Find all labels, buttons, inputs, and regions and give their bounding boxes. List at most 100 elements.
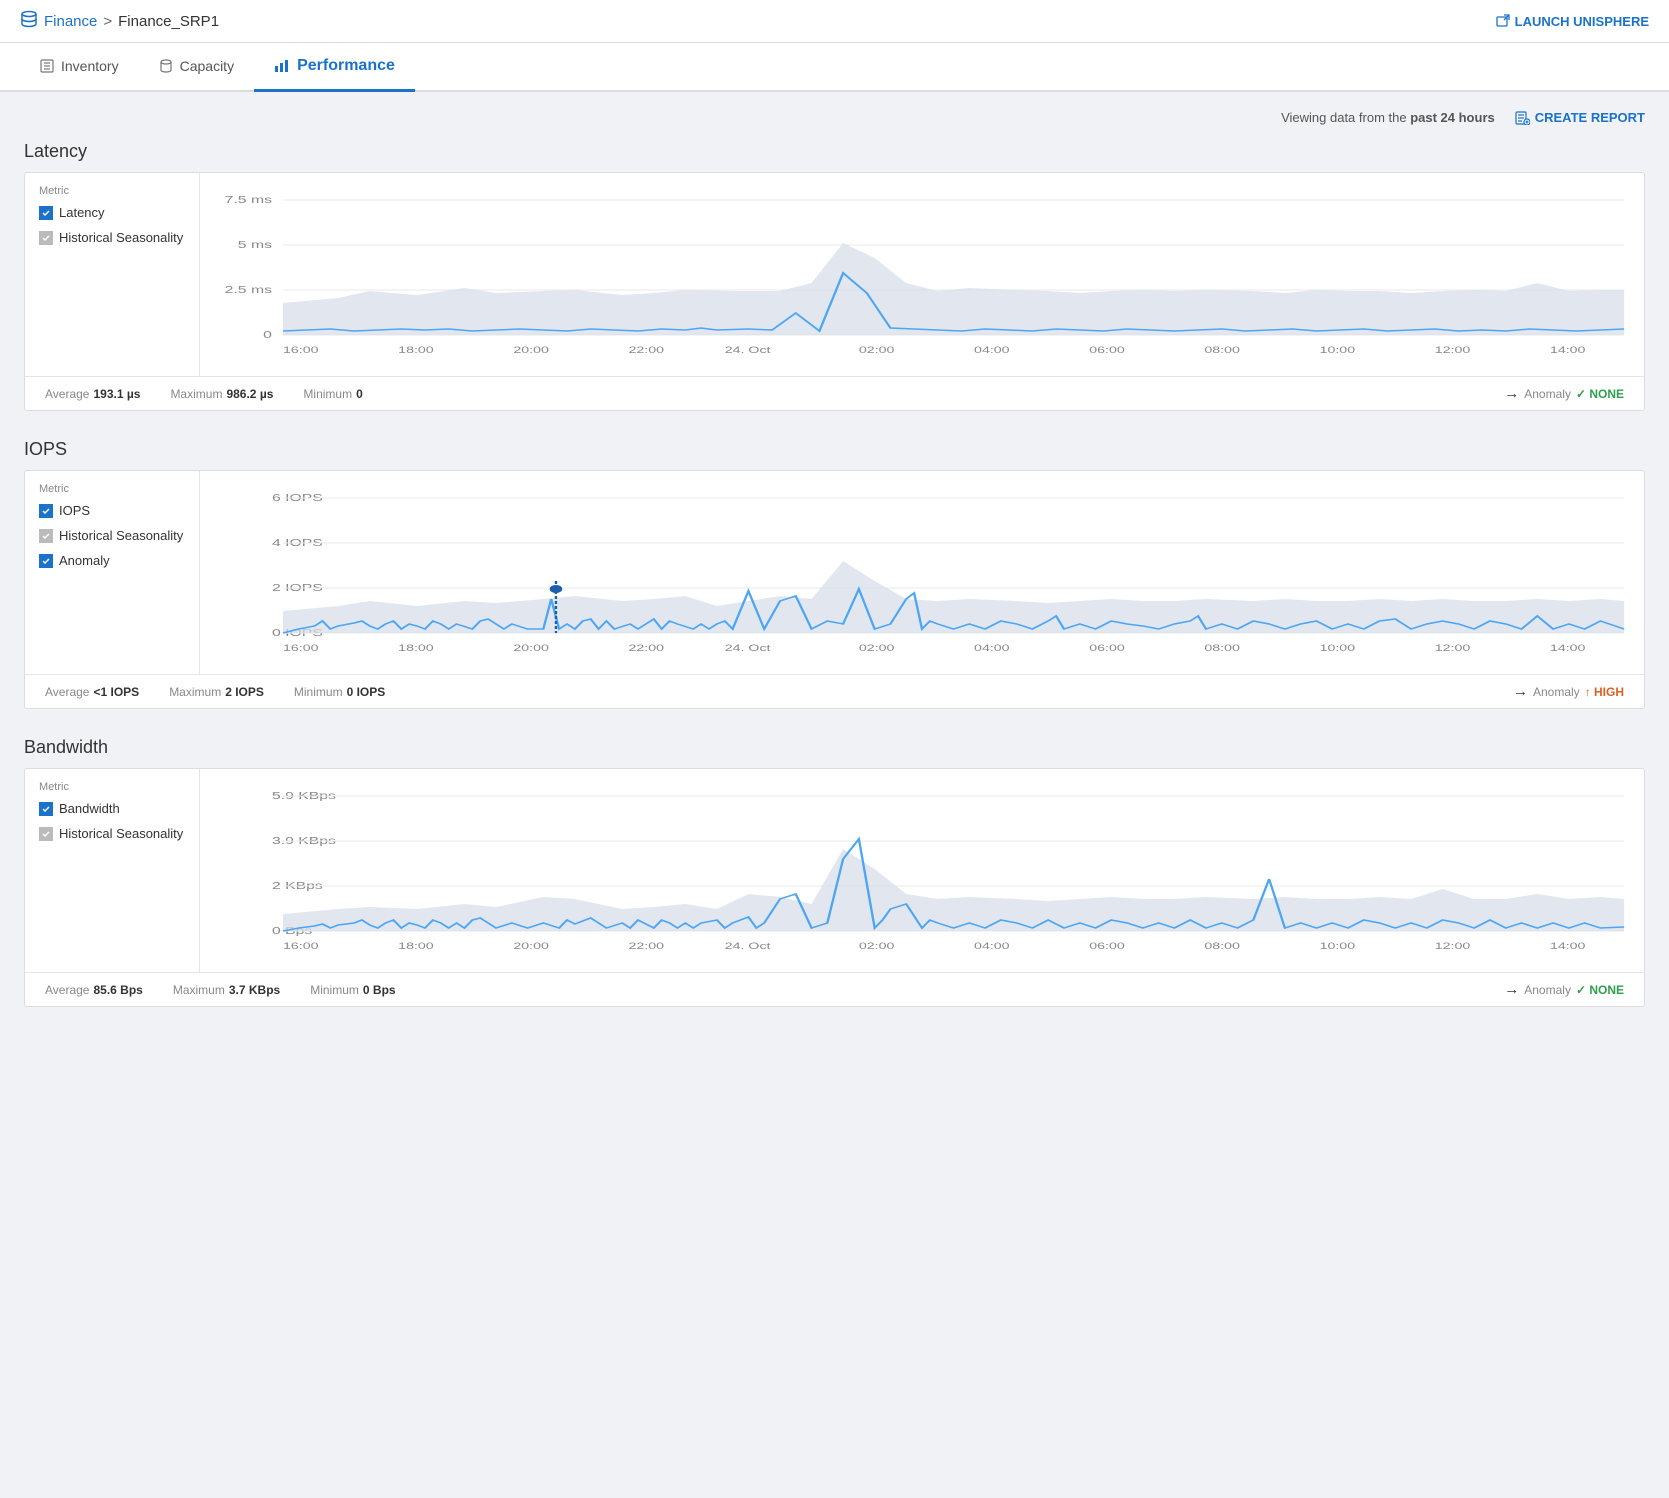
bandwidth-maximum-val: 3.7 KBps (229, 983, 280, 997)
svg-text:20:00: 20:00 (513, 345, 549, 356)
iops-maximum-stat: Maximum 2 IOPS (169, 685, 264, 699)
svg-text:08:00: 08:00 (1204, 345, 1240, 356)
iops-minimum-stat: Minimum 0 IOPS (294, 685, 385, 699)
svg-text:02:00: 02:00 (859, 643, 895, 654)
tab-capacity[interactable]: Capacity (139, 43, 254, 92)
latency-checkbox[interactable] (39, 206, 53, 220)
iops-metric-iops[interactable]: IOPS (39, 503, 185, 518)
main-content: Viewing data from the past 24 hours CREA… (0, 92, 1669, 1053)
toolbar-row: Viewing data from the past 24 hours CREA… (24, 110, 1645, 125)
svg-text:02:00: 02:00 (859, 345, 895, 356)
svg-text:04:00: 04:00 (974, 643, 1010, 654)
svg-text:08:00: 08:00 (1204, 643, 1240, 654)
bandwidth-metric-historical[interactable]: Historical Seasonality (39, 826, 185, 841)
iops-average-stat: Average <1 IOPS (45, 685, 139, 699)
bandwidth-chart-footer: Average 85.6 Bps Maximum 3.7 KBps Minimu… (25, 972, 1644, 1006)
svg-text:24. Oct: 24. Oct (725, 345, 772, 356)
latency-chart-card: Metric Latency Historical Seasonality (24, 172, 1645, 411)
iops-checkbox[interactable] (39, 504, 53, 518)
bandwidth-metric-historical-label: Historical Seasonality (59, 826, 183, 841)
bandwidth-historical-checkbox[interactable] (39, 827, 53, 841)
svg-text:7.5 ms: 7.5 ms (225, 194, 273, 205)
bandwidth-chart-svg: 5.9 KBps 3.9 KBps 2 KBps 0 Bps 16:00 18:… (212, 779, 1632, 969)
latency-section: Latency Metric Latency Histori (24, 141, 1645, 411)
svg-text:16:00: 16:00 (283, 643, 319, 654)
svg-text:08:00: 08:00 (1204, 941, 1240, 952)
iops-metric-historical-label: Historical Seasonality (59, 528, 183, 543)
svg-text:5 ms: 5 ms (238, 239, 273, 250)
svg-text:12:00: 12:00 (1435, 345, 1471, 356)
iops-chart-footer: Average <1 IOPS Maximum 2 IOPS Minimum 0… (25, 674, 1644, 708)
svg-text:16:00: 16:00 (283, 941, 319, 952)
iops-maximum-label: Maximum (169, 685, 221, 699)
latency-metric-latency-label: Latency (59, 205, 105, 220)
svg-text:20:00: 20:00 (513, 643, 549, 654)
iops-minimum-val: 0 IOPS (347, 685, 386, 699)
bandwidth-chart-card: Metric Bandwidth Historical Seasonality (24, 768, 1645, 1007)
svg-text:18:00: 18:00 (398, 941, 434, 952)
breadcrumb-current: Finance_SRP1 (118, 13, 219, 30)
svg-text:12:00: 12:00 (1435, 941, 1471, 952)
svg-text:20:00: 20:00 (513, 941, 549, 952)
latency-anomaly-val: ✓ NONE (1576, 387, 1624, 401)
latency-metrics-panel: Metric Latency Historical Seasonality (25, 173, 200, 376)
create-report-button[interactable]: CREATE REPORT (1515, 110, 1645, 125)
svg-text:14:00: 14:00 (1550, 345, 1586, 356)
iops-metric-anomaly-label: Anomaly (59, 553, 110, 568)
iops-metric-historical[interactable]: Historical Seasonality (39, 528, 185, 543)
bandwidth-metric-col-label: Metric (39, 781, 185, 793)
svg-text:0: 0 (263, 329, 272, 340)
launch-unisphere-label: LAUNCH UNISPHERE (1515, 14, 1649, 29)
launch-unisphere-button[interactable]: LAUNCH UNISPHERE (1496, 14, 1649, 29)
latency-metric-historical[interactable]: Historical Seasonality (39, 230, 185, 245)
latency-maximum-stat: Maximum 986.2 µs (170, 387, 273, 401)
iops-anomaly-arrow: → (1513, 683, 1528, 700)
iops-anomaly-section: → Anomaly ↑ HIGH (1513, 683, 1624, 700)
svg-text:06:00: 06:00 (1089, 941, 1125, 952)
iops-title: IOPS (24, 439, 1645, 460)
svg-text:10:00: 10:00 (1320, 941, 1356, 952)
latency-anomaly-section: → Anomaly ✓ NONE (1504, 385, 1624, 402)
historical-seasonality-checkbox[interactable] (39, 231, 53, 245)
svg-text:24. Oct: 24. Oct (725, 941, 772, 952)
svg-text:24. Oct: 24. Oct (725, 643, 772, 654)
latency-metric-historical-label: Historical Seasonality (59, 230, 183, 245)
iops-anomaly-checkbox[interactable] (39, 554, 53, 568)
latency-average-val: 193.1 µs (93, 387, 140, 401)
bandwidth-average-stat: Average 85.6 Bps (45, 983, 143, 997)
bandwidth-maximum-stat: Maximum 3.7 KBps (173, 983, 280, 997)
breadcrumb-parent[interactable]: Finance (44, 13, 97, 30)
tab-capacity-label: Capacity (180, 58, 234, 74)
iops-metric-col-label: Metric (39, 483, 185, 495)
bandwidth-metric-bandwidth[interactable]: Bandwidth (39, 801, 185, 816)
bandwidth-minimum-val: 0 Bps (363, 983, 396, 997)
iops-historical-checkbox[interactable] (39, 529, 53, 543)
svg-text:06:00: 06:00 (1089, 643, 1125, 654)
database-icon (20, 10, 38, 32)
latency-chart-area: 7.5 ms 5 ms 2.5 ms 0 16:00 18:00 20:00 (200, 173, 1644, 376)
svg-text:04:00: 04:00 (974, 941, 1010, 952)
svg-text:18:00: 18:00 (398, 643, 434, 654)
iops-metric-iops-label: IOPS (59, 503, 90, 518)
svg-text:2.5 ms: 2.5 ms (225, 284, 273, 295)
bandwidth-checkbox[interactable] (39, 802, 53, 816)
iops-average-val: <1 IOPS (93, 685, 139, 699)
latency-average-label: Average (45, 387, 89, 401)
bandwidth-chart-area: 5.9 KBps 3.9 KBps 2 KBps 0 Bps 16:00 18:… (200, 769, 1644, 972)
top-bar: Finance > Finance_SRP1 LAUNCH UNISPHERE (0, 0, 1669, 43)
latency-chart-footer: Average 193.1 µs Maximum 986.2 µs Minimu… (25, 376, 1644, 410)
tab-performance-label: Performance (297, 57, 395, 75)
tab-inventory[interactable]: Inventory (20, 43, 139, 92)
latency-minimum-stat: Minimum 0 (303, 387, 362, 401)
iops-metric-anomaly[interactable]: Anomaly (39, 553, 185, 568)
latency-anomaly-label: Anomaly (1524, 387, 1571, 401)
svg-text:14:00: 14:00 (1550, 643, 1586, 654)
svg-text:18:00: 18:00 (398, 345, 434, 356)
svg-text:10:00: 10:00 (1320, 643, 1356, 654)
latency-metric-latency[interactable]: Latency (39, 205, 185, 220)
bandwidth-minimum-label: Minimum (310, 983, 359, 997)
tab-performance[interactable]: Performance (254, 43, 415, 92)
svg-text:16:00: 16:00 (283, 345, 319, 356)
iops-chart-svg: 6 IOPS 4 IOPS 2 IOPS 0 IOPS 16:00 18:00 … (212, 481, 1632, 671)
breadcrumb: Finance > Finance_SRP1 (20, 10, 219, 32)
